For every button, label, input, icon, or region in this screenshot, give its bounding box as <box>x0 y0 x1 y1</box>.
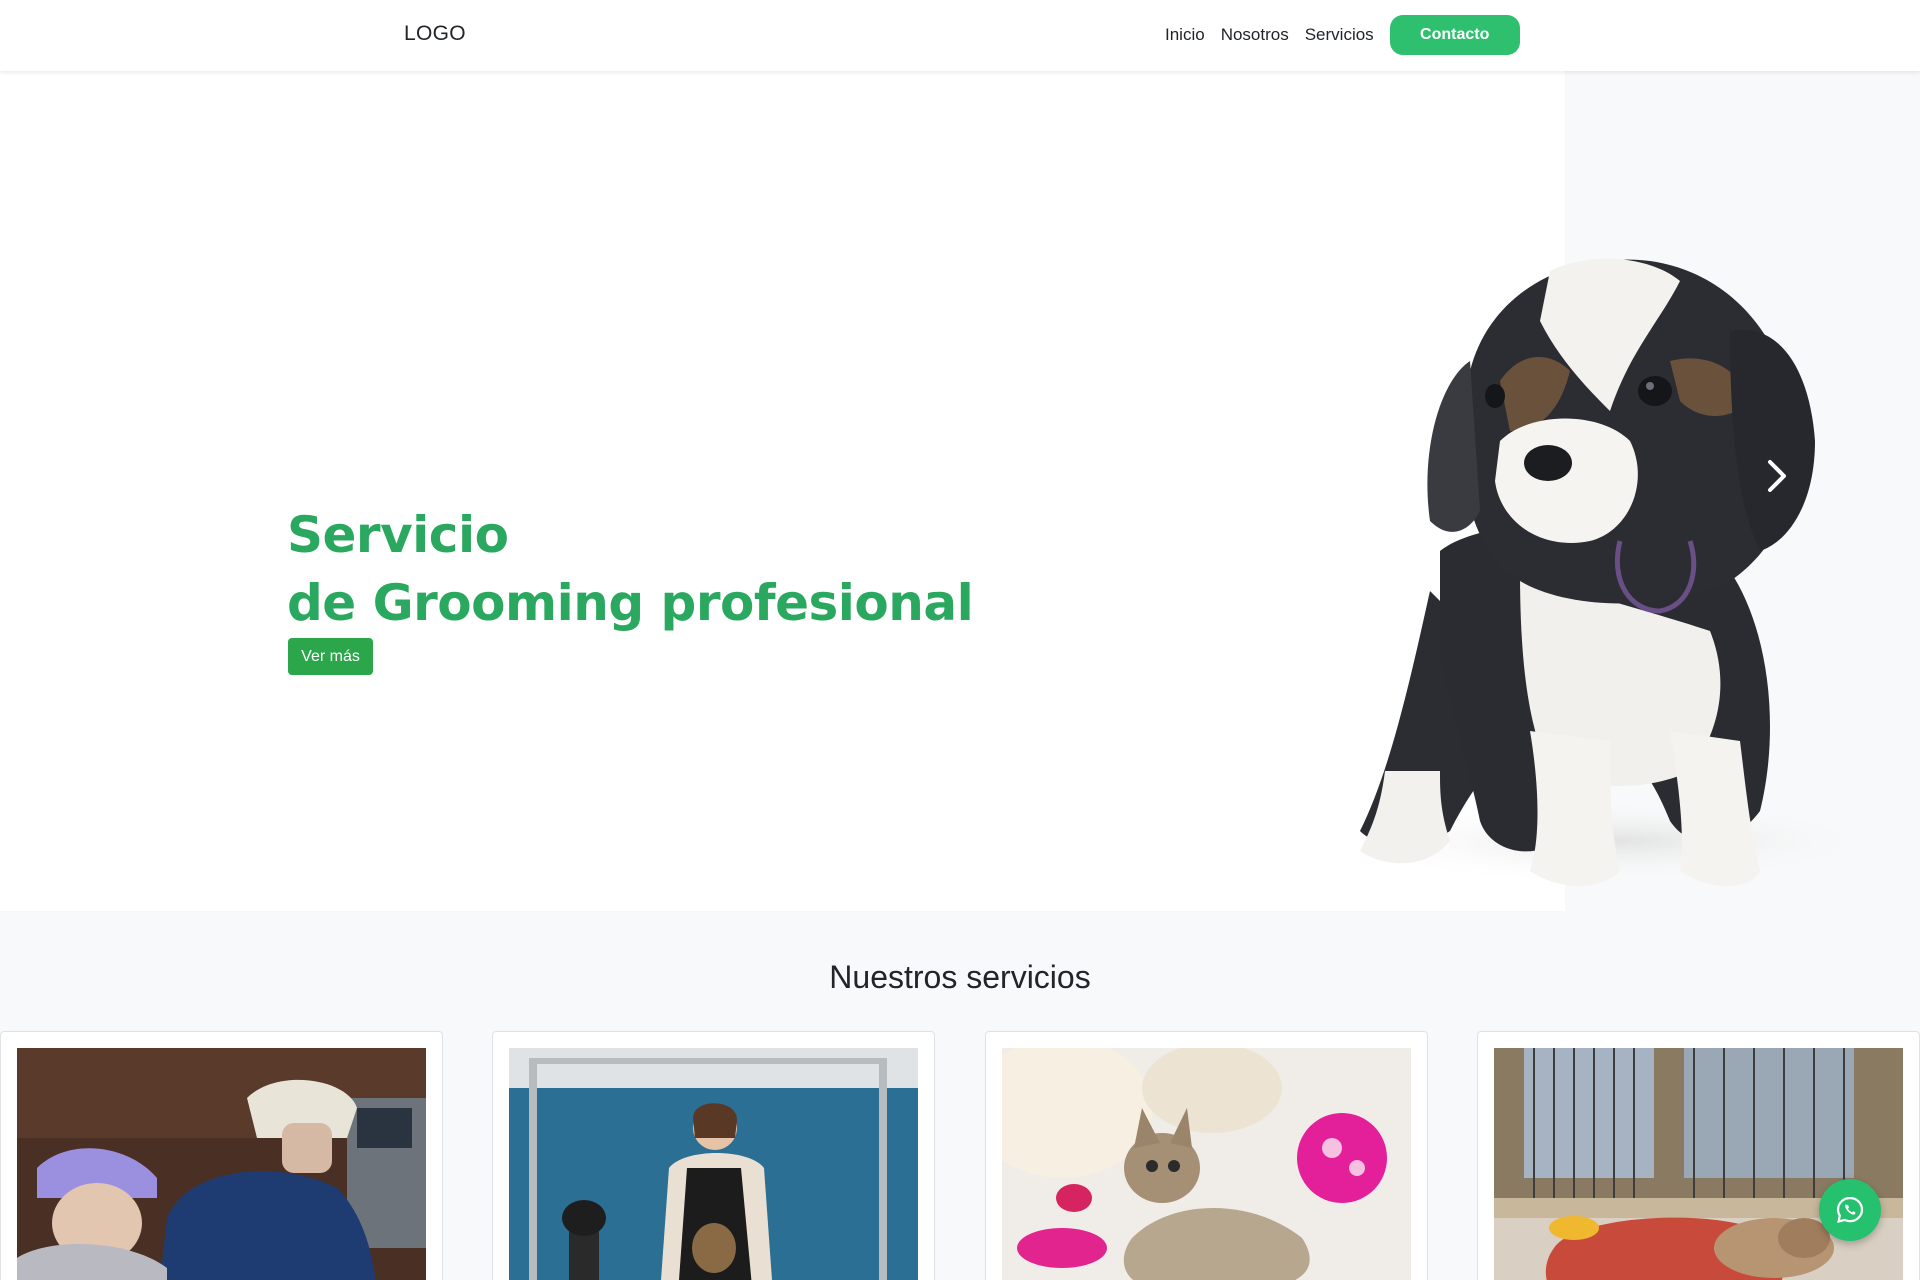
service-card[interactable] <box>1477 1031 1920 1280</box>
hero-carousel: Servicio de Grooming profesional Ver más <box>0 71 1920 911</box>
service-card-image <box>509 1048 918 1280</box>
navbar: LOGO Inicio Nosotros Servicios Contacto <box>0 0 1920 71</box>
hero-title: Servicio de Grooming profesional <box>287 501 974 637</box>
service-card[interactable] <box>492 1031 935 1280</box>
nav-link-inicio[interactable]: Inicio <box>1165 25 1205 45</box>
service-card[interactable] <box>985 1031 1428 1280</box>
contact-button[interactable]: Contacto <box>1389 15 1520 55</box>
whatsapp-button[interactable] <box>1819 1179 1881 1241</box>
kitten-with-toys-photo <box>1002 1048 1411 1280</box>
veterinary-surgery-photo <box>17 1048 426 1280</box>
puppy-in-kennel-photo <box>1494 1048 1903 1280</box>
carousel-next-icon[interactable] <box>1762 456 1792 496</box>
whatsapp-icon <box>1836 1196 1864 1224</box>
services-title: Nuestros servicios <box>829 959 1091 995</box>
puppy-image <box>1330 258 1890 886</box>
hero-title-line2: de Grooming profesional <box>287 574 974 632</box>
service-card-image <box>17 1048 426 1280</box>
nav-link-servicios[interactable]: Servicios <box>1305 25 1374 45</box>
service-card-image <box>1002 1048 1411 1280</box>
services-section: Nuestros servicios <box>0 911 1920 1280</box>
logo[interactable]: LOGO <box>404 22 466 46</box>
ver-mas-button[interactable]: Ver más <box>288 638 373 675</box>
service-card[interactable] <box>0 1031 443 1280</box>
groomer-with-yorkshire-photo <box>509 1048 918 1280</box>
nav-links: Inicio Nosotros Servicios Contacto <box>1165 15 1520 55</box>
service-card-image <box>1494 1048 1903 1280</box>
nav-link-nosotros[interactable]: Nosotros <box>1221 25 1289 45</box>
hero-title-line1: Servicio <box>287 506 509 564</box>
